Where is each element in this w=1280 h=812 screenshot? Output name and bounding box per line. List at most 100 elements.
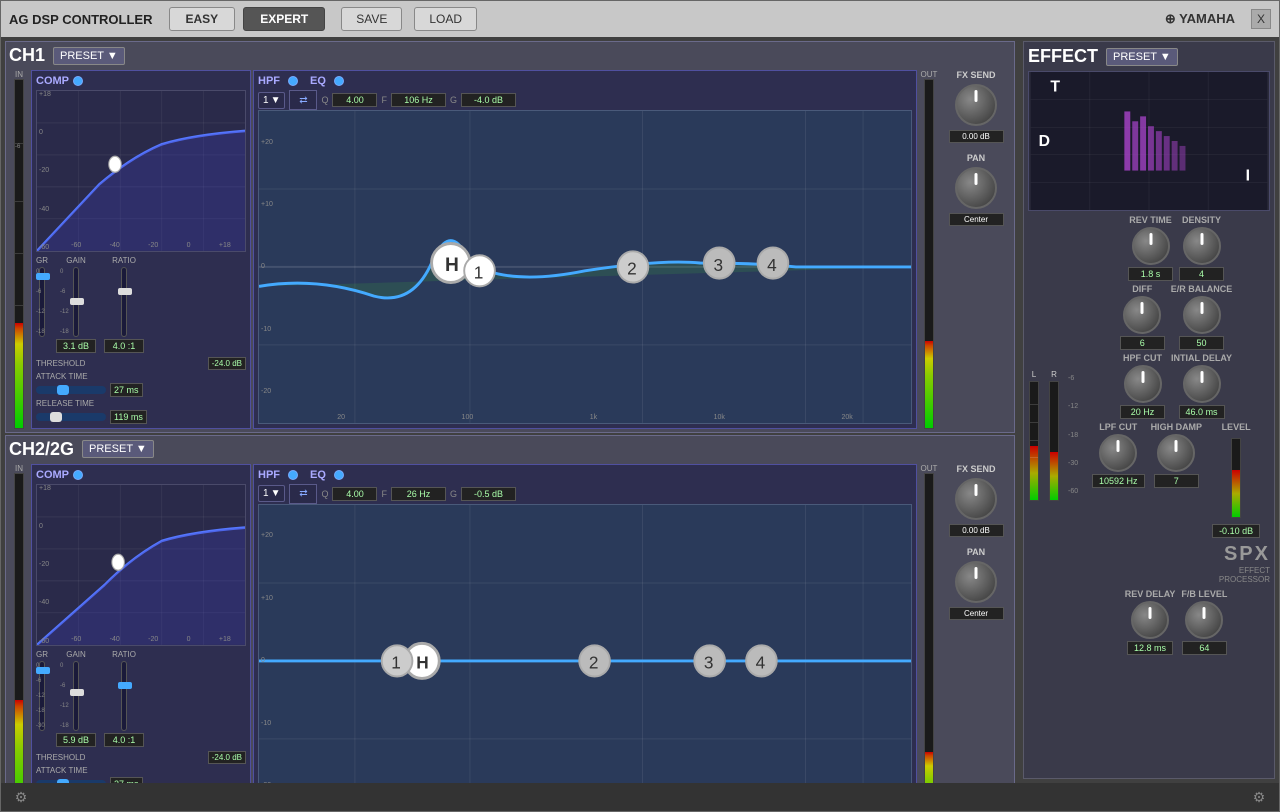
effect-er-balance-knob[interactable] (1183, 296, 1221, 334)
svg-text:H: H (445, 255, 459, 276)
ch2-ratio-slider[interactable] (121, 661, 127, 731)
ch2-attack-release: ATTACK TIME 27 ms R (36, 766, 246, 783)
ch1-comp-power[interactable] (73, 76, 83, 86)
ch1-ratio-slider[interactable] (121, 267, 127, 337)
ch1-in-tick3 (15, 253, 23, 254)
ch1-preset-dropdown[interactable]: PRESET ▼ (53, 47, 125, 65)
ch2-hpf-power[interactable] (288, 470, 298, 480)
effect-fb-level-knob[interactable] (1185, 601, 1223, 639)
ch2-g-value[interactable]: -0.5 dB (461, 487, 516, 501)
ch1-attack-slider[interactable] (36, 386, 106, 394)
ch1-eq-power[interactable] (334, 76, 344, 86)
ch2-preset-dropdown[interactable]: PRESET ▼ (82, 440, 154, 458)
effect-header: EFFECT PRESET ▼ (1028, 46, 1270, 67)
ch1-eq-band[interactable]: 1 ▼ (258, 92, 285, 109)
ch1-eq-y-scale: +20+100-10-20 (261, 111, 273, 423)
ch1-q-value[interactable]: 4.00 (332, 93, 377, 107)
tab-easy[interactable]: EASY (169, 7, 236, 31)
ch1-hpf-power[interactable] (288, 76, 298, 86)
ch2-pan-knob[interactable] (955, 561, 997, 603)
ch1-gr-thumb (36, 273, 50, 280)
effect-rev-density-row: REV TIME 1.8 s DENSITY 4 (1082, 215, 1270, 281)
effect-initial-delay-knob[interactable] (1183, 365, 1221, 403)
effect-lpf-cut-knob[interactable] (1099, 434, 1137, 472)
effect-density-value: 4 (1179, 267, 1224, 281)
ch2-threshold-row: THRESHOLD -24.0 dB (36, 751, 246, 764)
ch2-gain-slider[interactable]: 0-6-12-18 (73, 661, 79, 731)
ch1-g-label: G (450, 95, 457, 105)
effect-density-knob[interactable] (1183, 227, 1221, 265)
effect-rev-time-param: REV TIME 1.8 s (1128, 215, 1173, 281)
ch1-threshold-label: THRESHOLD (36, 359, 85, 368)
ch1-comp-label: COMP (36, 75, 69, 87)
effect-diff-label: DIFF (1132, 284, 1152, 294)
ch1-release-slider[interactable] (36, 413, 106, 421)
effect-hpf-cut-label: HPF CUT (1123, 353, 1162, 363)
effect-level-param: LEVEL -0.10 dB (1212, 422, 1260, 538)
ch2-fx-send-label: FX SEND (956, 464, 995, 474)
effect-r-bar (1049, 381, 1059, 501)
ch1-pan-value: Center (949, 213, 1004, 226)
ch1-pan-knob[interactable] (955, 167, 997, 209)
reverb-graph: T D I (1028, 71, 1270, 211)
ch1-comp-x-scale: -60-40-200+18 (57, 242, 245, 249)
svg-text:D: D (1039, 133, 1050, 150)
ch2-attack-slider[interactable] (36, 780, 106, 783)
ch2-eq-label: EQ (310, 469, 326, 481)
ch1-in-tick4 (15, 305, 23, 306)
ch1-gr-slider[interactable]: 0-6-12-18 (39, 267, 45, 337)
load-button[interactable]: LOAD (414, 7, 477, 31)
effect-hpf-delay-row: HPF CUT 20 Hz INTIAL DELAY 46.0 ms (1082, 353, 1270, 419)
tab-expert[interactable]: EXPERT (243, 7, 325, 31)
bottom-right-icon[interactable]: ⚙ (1247, 785, 1271, 809)
effect-row1: L R (1028, 215, 1270, 655)
ch1-fx-pan: FX SEND 0.00 dB PAN Center (941, 70, 1011, 429)
bottom-left-icon[interactable]: ⚙ (9, 785, 33, 809)
ch1-pan-label: PAN (967, 153, 985, 163)
effect-initial-delay-label: INTIAL DELAY (1171, 353, 1232, 363)
ch1-g-value[interactable]: -4.0 dB (461, 93, 516, 107)
ch2-q-value[interactable]: 4.00 (332, 487, 377, 501)
svg-text:1: 1 (391, 652, 401, 672)
effect-rev-delay-param: REV DELAY 12.8 ms (1125, 589, 1176, 655)
ch1-in-meter: IN -6 (9, 70, 29, 429)
effect-level-value: -0.10 dB (1212, 524, 1260, 538)
effect-l-meter: L (1028, 370, 1040, 501)
effect-diff-param: DIFF 6 (1120, 284, 1165, 350)
effect-rev-delay-knob[interactable] (1131, 601, 1169, 639)
ch1-eq-label: EQ (310, 75, 326, 87)
ch1-eq-controls: 1 ▼ ⇄ Q 4.00 F 106 Hz G (258, 90, 912, 110)
effect-diff-knob[interactable] (1123, 296, 1161, 334)
ch2-comp-power[interactable] (73, 470, 83, 480)
ch2-f-value[interactable]: 26 Hz (391, 487, 446, 501)
ch2-eq-power[interactable] (334, 470, 344, 480)
effect-high-damp-knob[interactable] (1157, 434, 1195, 472)
effect-rev-time-knob[interactable] (1132, 227, 1170, 265)
close-button[interactable]: X (1251, 9, 1271, 29)
effect-hpf-cut-knob[interactable] (1124, 365, 1162, 403)
ch2-label: CH2/2G (9, 439, 74, 460)
effect-hpf-cut-param: HPF CUT 20 Hz (1120, 353, 1165, 419)
effect-l-fill (1030, 446, 1038, 499)
ch2-gr-slider[interactable]: 0-6-12-18-30 (39, 661, 45, 731)
effect-lr-scale: -6-12-18-30-60 (1068, 375, 1078, 495)
svg-text:2: 2 (589, 652, 599, 672)
svg-text:I: I (1246, 167, 1250, 184)
save-button[interactable]: SAVE (341, 7, 402, 31)
ch2-f-label: F (381, 489, 387, 499)
ch1-gain-slider[interactable]: 0-6-12-18 (73, 267, 79, 337)
ch1-label: CH1 (9, 45, 45, 66)
ch2-comp-sliders: GR 0-6-12-18-30 GAIN (36, 650, 246, 747)
ch1-eq-phase-btn[interactable]: ⇄ (289, 90, 317, 110)
ch2-eq-phase-btn[interactable]: ⇄ (289, 484, 317, 504)
effect-meters-lr: L R (1028, 215, 1078, 655)
ch1-out-meter: OUT (919, 70, 939, 429)
ch1-out-bar (924, 79, 934, 429)
ch1-fx-send-knob[interactable] (955, 84, 997, 126)
ch2-eq-band[interactable]: 1 ▼ (258, 485, 285, 502)
ch2-fx-send-knob[interactable] (955, 478, 997, 520)
effect-preset-dropdown[interactable]: PRESET ▼ (1106, 48, 1178, 66)
ch1-f-value[interactable]: 106 Hz (391, 93, 446, 107)
ch1-fx-send-label: FX SEND (956, 70, 995, 80)
ch1-row: IN -6 COM (9, 70, 1011, 429)
